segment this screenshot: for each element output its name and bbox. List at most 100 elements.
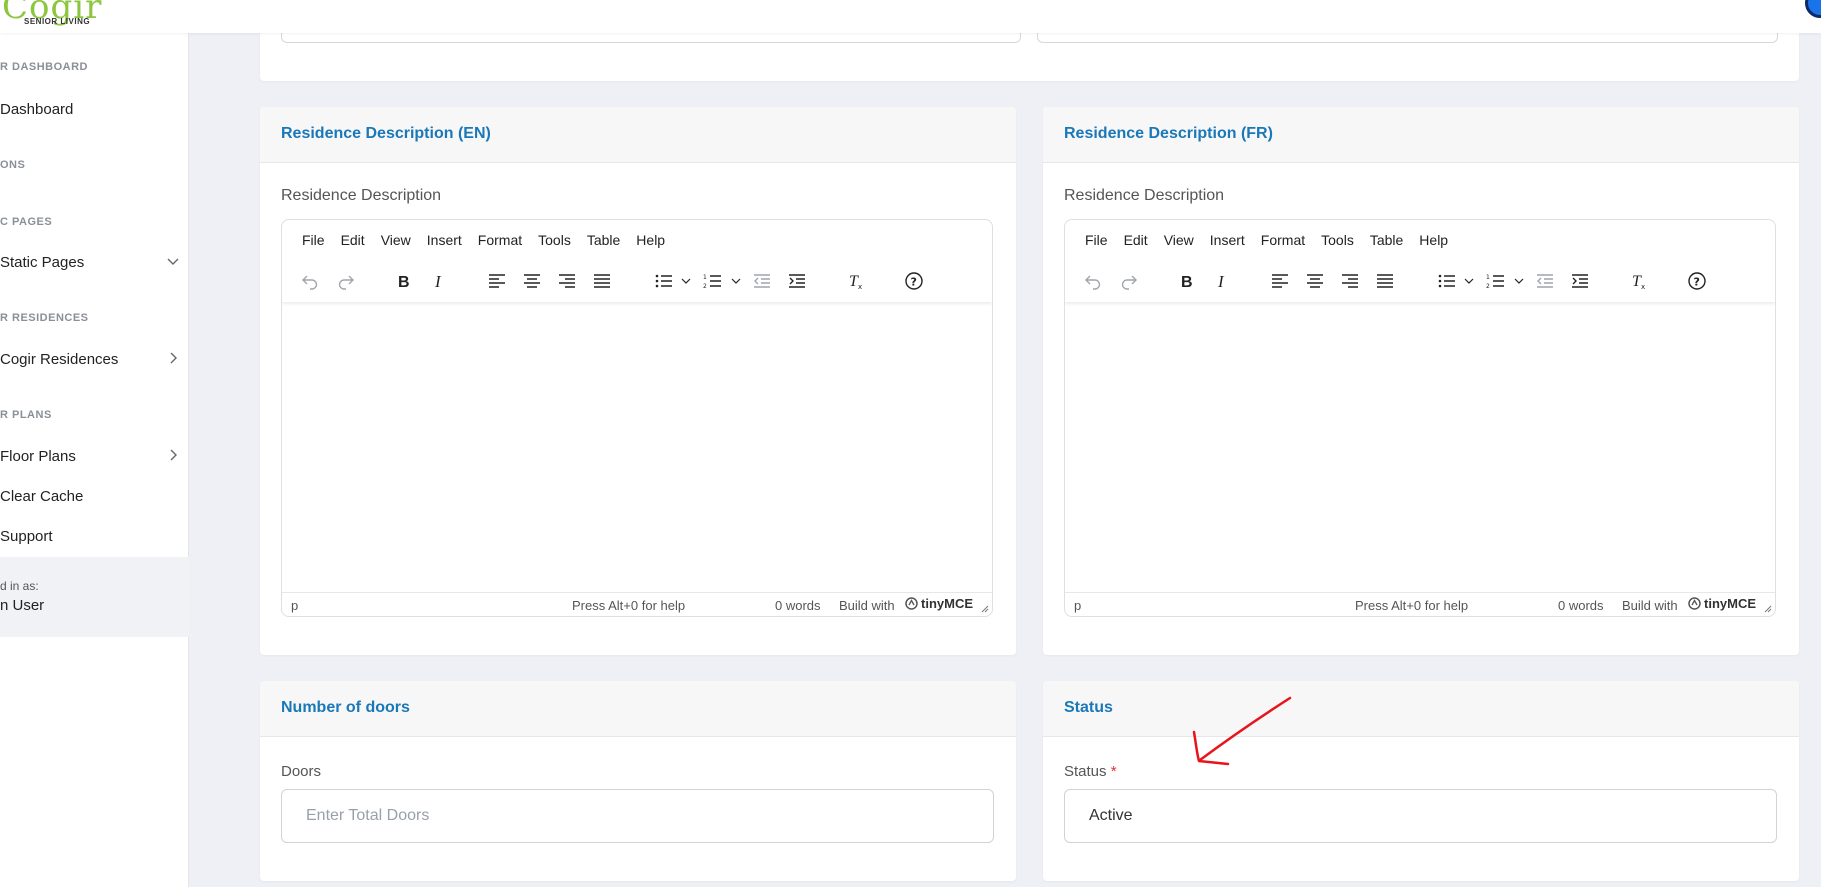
card-title: Status	[1064, 699, 1113, 716]
status-selected-value: Active	[1089, 807, 1133, 824]
card-header: Residence Description (EN)	[260, 107, 1016, 163]
rich-text-editor-en[interactable]: File Edit View Insert Format Tools Table…	[281, 219, 993, 617]
rich-text-editor-fr[interactable]: File Edit View Insert Format Tools Table…	[1064, 219, 1776, 617]
svg-text:x: x	[1641, 283, 1645, 291]
menu-table[interactable]: Table	[587, 232, 620, 248]
align-left-icon[interactable]	[485, 269, 509, 293]
residence-description-en-card: Residence Description (EN) Residence Des…	[260, 107, 1016, 655]
help-hint: Press Alt+0 for help	[1355, 598, 1469, 613]
redo-icon[interactable]	[1117, 269, 1141, 293]
menu-tools[interactable]: Tools	[538, 232, 571, 248]
menu-file[interactable]: File	[302, 232, 325, 248]
editor-statusbar: p Press Alt+0 for help 0 words Build wit…	[1065, 592, 1775, 616]
sidebar-item-support[interactable]: Support	[0, 523, 180, 549]
menu-insert[interactable]: Insert	[427, 232, 462, 248]
align-justify-icon[interactable]	[590, 269, 614, 293]
editor-content-area[interactable]	[1065, 304, 1775, 594]
menu-format[interactable]: Format	[1261, 232, 1305, 248]
menu-help[interactable]: Help	[636, 232, 665, 248]
menu-file[interactable]: File	[1085, 232, 1108, 248]
sidebar-item-cogir-residences[interactable]: Cogir Residences	[0, 346, 180, 372]
svg-text:x: x	[858, 283, 862, 291]
clear-formatting-icon[interactable]: Tx	[844, 269, 868, 293]
previous-field-left[interactable]	[281, 33, 1021, 43]
outdent-icon[interactable]	[1533, 269, 1557, 293]
doors-input[interactable]	[281, 789, 994, 843]
numbered-list-icon[interactable]: 12	[1484, 269, 1508, 293]
tinymce-logo-icon	[905, 597, 918, 610]
menu-edit[interactable]: Edit	[1124, 232, 1148, 248]
sidebar-item-label: Support	[0, 527, 53, 545]
menu-table[interactable]: Table	[1370, 232, 1403, 248]
undo-icon[interactable]	[1081, 269, 1105, 293]
svg-text:?: ?	[911, 276, 917, 289]
sidebar-item-dashboard[interactable]: Dashboard	[0, 96, 180, 122]
help-icon[interactable]: ?	[902, 269, 926, 293]
resize-handle-icon[interactable]	[1762, 603, 1772, 613]
sidebar-item-label: Static Pages	[0, 253, 85, 271]
menu-insert[interactable]: Insert	[1210, 232, 1245, 248]
indent-icon[interactable]	[785, 269, 809, 293]
element-path[interactable]: p	[291, 598, 298, 613]
svg-text:B: B	[1181, 274, 1193, 291]
clear-formatting-icon[interactable]: Tx	[1627, 269, 1651, 293]
align-center-icon[interactable]	[1303, 269, 1327, 293]
align-justify-icon[interactable]	[1373, 269, 1397, 293]
bold-icon[interactable]: B	[392, 269, 416, 293]
menu-edit[interactable]: Edit	[341, 232, 365, 248]
chevron-down-icon[interactable]	[1463, 269, 1475, 293]
align-left-icon[interactable]	[1268, 269, 1292, 293]
menu-help[interactable]: Help	[1419, 232, 1448, 248]
build-with-label: Build with	[839, 598, 895, 613]
align-right-icon[interactable]	[555, 269, 579, 293]
chevron-down-icon[interactable]	[730, 269, 742, 293]
menu-tools[interactable]: Tools	[1321, 232, 1354, 248]
numbered-list-icon[interactable]: 12	[701, 269, 725, 293]
undo-icon[interactable]	[298, 269, 322, 293]
italic-icon[interactable]: I	[1210, 269, 1234, 293]
bullet-list-icon[interactable]	[1435, 269, 1459, 293]
editor-menubar: File Edit View Insert Format Tools Table…	[1065, 220, 1775, 260]
help-icon[interactable]: ?	[1685, 269, 1709, 293]
doors-label: Doors	[281, 763, 322, 780]
annotation-arrow-icon	[1192, 696, 1292, 766]
editor-content-area[interactable]	[282, 304, 992, 594]
resize-handle-icon[interactable]	[979, 603, 989, 613]
bold-icon[interactable]: B	[1175, 269, 1199, 293]
previous-field-right[interactable]	[1037, 33, 1778, 43]
editor-statusbar: p Press Alt+0 for help 0 words Build wit…	[282, 592, 992, 616]
word-count[interactable]: 0 words	[775, 598, 821, 613]
logged-in-username: n User	[0, 597, 45, 614]
tinymce-brand-link[interactable]: tinyMCE	[905, 596, 973, 611]
brand-text: tinyMCE	[921, 596, 973, 611]
svg-text:1: 1	[703, 274, 707, 281]
bullet-list-icon[interactable]	[652, 269, 676, 293]
sidebar-item-clear-cache[interactable]: Clear Cache	[0, 483, 180, 509]
menu-format[interactable]: Format	[478, 232, 522, 248]
menu-view[interactable]: View	[1164, 232, 1194, 248]
sidebar-item-floor-plans[interactable]: Floor Plans	[0, 443, 180, 469]
sidebar-heading-dashboard: R DASHBOARD	[0, 61, 88, 73]
logged-in-label: d in as:	[0, 579, 39, 593]
status-select[interactable]: Active	[1064, 789, 1777, 843]
avatar[interactable]	[1805, 0, 1821, 18]
logo[interactable]: Cogir SENIOR LIVING	[2, 0, 102, 26]
word-count[interactable]: 0 words	[1558, 598, 1604, 613]
menu-view[interactable]: View	[381, 232, 411, 248]
card-title: Number of doors	[281, 699, 410, 716]
tinymce-brand-link[interactable]: tinyMCE	[1688, 596, 1756, 611]
chevron-down-icon[interactable]	[1513, 269, 1525, 293]
sidebar-item-static-pages[interactable]: Static Pages	[0, 249, 180, 275]
element-path[interactable]: p	[1074, 598, 1081, 613]
align-center-icon[interactable]	[520, 269, 544, 293]
align-right-icon[interactable]	[1338, 269, 1362, 293]
sidebar-item-label: Cogir Residences	[0, 350, 119, 368]
indent-icon[interactable]	[1568, 269, 1592, 293]
status-label: Status *	[1064, 763, 1117, 780]
logo-subtitle: SENIOR LIVING	[24, 17, 91, 26]
redo-icon[interactable]	[334, 269, 358, 293]
chevron-down-icon[interactable]	[680, 269, 692, 293]
sidebar-heading-static-pages: C PAGES	[0, 216, 53, 228]
outdent-icon[interactable]	[750, 269, 774, 293]
italic-icon[interactable]: I	[427, 269, 451, 293]
